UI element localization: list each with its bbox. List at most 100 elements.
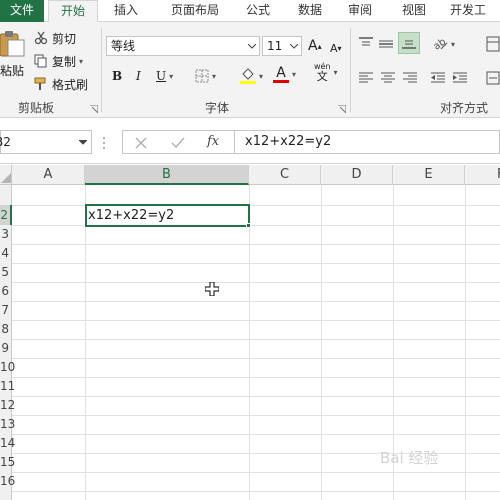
worksheet-grid[interactable]: A B C D E F 2 3 4 5 6 7 8 9 10 11 12 13 … bbox=[0, 165, 500, 500]
row-header[interactable]: 10 bbox=[0, 358, 15, 377]
row-header[interactable]: 5 bbox=[0, 263, 12, 282]
group-separator bbox=[101, 28, 102, 112]
align-right-button[interactable] bbox=[402, 68, 418, 88]
font-name-dropdown[interactable]: 等线 bbox=[106, 36, 260, 56]
name-box[interactable]: B2 bbox=[0, 130, 92, 154]
row-header[interactable]: 2 bbox=[0, 205, 12, 225]
row-header[interactable]: 8 bbox=[0, 320, 12, 339]
orientation-button[interactable]: ab ▾ bbox=[432, 34, 455, 54]
wrap-text-button[interactable] bbox=[486, 34, 500, 54]
grow-font-label: A bbox=[308, 38, 318, 54]
row-header[interactable]: 11 bbox=[0, 377, 15, 396]
row-header[interactable]: 6 bbox=[0, 282, 12, 301]
merge-cells-icon bbox=[486, 71, 500, 85]
copy-dropdown-icon[interactable]: ▾ bbox=[79, 57, 83, 66]
decrease-font-size-button[interactable]: A ▾ bbox=[330, 38, 342, 58]
tab-formulas[interactable]: 公式 bbox=[238, 0, 278, 22]
copy-icon bbox=[34, 54, 47, 68]
row-header-partial bbox=[0, 185, 12, 205]
align-middle-button[interactable] bbox=[378, 34, 394, 54]
tab-view[interactable]: 视图 bbox=[394, 0, 434, 22]
bold-button[interactable]: B bbox=[112, 66, 122, 86]
align-right-icon bbox=[403, 72, 417, 83]
format-painter-icon bbox=[34, 77, 46, 90]
column-header-a[interactable]: A bbox=[12, 165, 85, 185]
insert-function-button[interactable]: fx bbox=[207, 134, 219, 149]
gridline bbox=[12, 301, 500, 302]
row-header[interactable]: 13 bbox=[0, 415, 15, 434]
row-header[interactable]: 14 bbox=[0, 434, 15, 453]
align-center-button[interactable] bbox=[380, 68, 396, 88]
active-cell-b2[interactable]: x12+x22=y2 bbox=[85, 204, 250, 227]
copy-label: 复制 bbox=[52, 54, 77, 69]
select-all-triangle-icon bbox=[1, 173, 11, 183]
gridline bbox=[12, 472, 500, 473]
font-dialog-launcher-icon[interactable] bbox=[338, 105, 346, 113]
align-top-button[interactable] bbox=[358, 34, 374, 54]
group-separator bbox=[350, 28, 351, 112]
underline-label: U bbox=[156, 69, 167, 83]
tab-developer[interactable]: 开发工 bbox=[450, 0, 500, 22]
paint-bucket-icon bbox=[240, 68, 256, 84]
gridline bbox=[12, 358, 500, 359]
font-color-button[interactable]: A ▾ bbox=[273, 64, 296, 84]
ribbon-home: 粘贴 剪切 复制 ▾ 格式刷 剪贴板 等线 11 A ▴ A ▾ B I U ▾… bbox=[0, 22, 500, 118]
underline-button[interactable]: U ▾ bbox=[156, 66, 173, 86]
italic-button[interactable]: I bbox=[136, 66, 141, 86]
fill-handle[interactable] bbox=[246, 223, 251, 228]
format-painter-button[interactable]: 格式刷 bbox=[34, 74, 88, 94]
phonetic-guide-button[interactable]: wén 文 ▾ bbox=[314, 62, 338, 82]
tab-insert[interactable]: 插入 bbox=[104, 0, 148, 22]
copy-button[interactable]: 复制 ▾ bbox=[34, 51, 83, 71]
row-header[interactable]: 3 bbox=[0, 225, 12, 244]
tab-data[interactable]: 数据 bbox=[290, 0, 330, 22]
text-orientation-icon: ab bbox=[432, 36, 448, 52]
tab-home[interactable]: 开始 bbox=[48, 0, 98, 23]
gridline bbox=[12, 320, 500, 321]
scissors-icon bbox=[34, 31, 48, 45]
increase-indent-button[interactable] bbox=[452, 68, 468, 88]
row-header[interactable]: 16 bbox=[0, 472, 15, 491]
row-header[interactable]: 4 bbox=[0, 244, 12, 263]
formula-input[interactable]: x12+x22=y2 bbox=[234, 130, 500, 154]
align-top-icon bbox=[359, 37, 373, 46]
row-header[interactable]: 7 bbox=[0, 301, 12, 320]
tab-review[interactable]: 审阅 bbox=[340, 0, 380, 22]
decrease-indent-button[interactable] bbox=[430, 68, 446, 88]
column-header-f[interactable]: F bbox=[465, 165, 500, 185]
column-header-d[interactable]: D bbox=[321, 165, 393, 185]
row-header[interactable]: 9 bbox=[0, 339, 12, 358]
borders-button[interactable]: ▾ bbox=[195, 66, 216, 86]
paste-button[interactable]: 粘贴 bbox=[0, 28, 26, 84]
font-color-swatch bbox=[273, 79, 289, 83]
font-size-value: 11 bbox=[267, 39, 283, 53]
increase-indent-icon bbox=[453, 72, 467, 83]
cut-label: 剪切 bbox=[52, 31, 77, 46]
wrap-text-icon bbox=[486, 36, 500, 52]
font-size-dropdown[interactable]: 11 bbox=[262, 36, 302, 56]
increase-font-size-button[interactable]: A ▴ bbox=[308, 36, 322, 56]
align-middle-icon bbox=[379, 40, 393, 48]
column-header-b[interactable]: B bbox=[85, 165, 249, 185]
tab-file[interactable]: 文件 bbox=[0, 0, 44, 22]
gridline bbox=[12, 377, 500, 378]
row-header[interactable]: 12 bbox=[0, 396, 15, 415]
gridline bbox=[12, 491, 500, 492]
cut-button[interactable]: 剪切 bbox=[34, 28, 76, 48]
align-bottom-button[interactable] bbox=[398, 32, 420, 54]
phonetic-bottom-label: 文 bbox=[316, 70, 328, 83]
column-header-e[interactable]: E bbox=[393, 165, 465, 185]
fill-color-button[interactable]: ▾ bbox=[240, 66, 263, 86]
column-header-c[interactable]: C bbox=[249, 165, 321, 185]
merge-center-button[interactable] bbox=[486, 68, 500, 88]
column-header-bar: A B C D E F bbox=[0, 165, 500, 185]
enter-check-icon[interactable] bbox=[171, 137, 185, 149]
select-all-corner[interactable] bbox=[0, 165, 12, 185]
row-header[interactable]: 15 bbox=[0, 453, 15, 472]
align-left-button[interactable] bbox=[358, 68, 374, 88]
alignment-group-label: 对齐方式 bbox=[440, 101, 489, 115]
tab-page-layout[interactable]: 页面布局 bbox=[160, 0, 230, 22]
cancel-icon[interactable] bbox=[135, 137, 147, 149]
paste-label: 粘贴 bbox=[0, 64, 25, 78]
clipboard-dialog-launcher-icon[interactable] bbox=[90, 105, 98, 113]
